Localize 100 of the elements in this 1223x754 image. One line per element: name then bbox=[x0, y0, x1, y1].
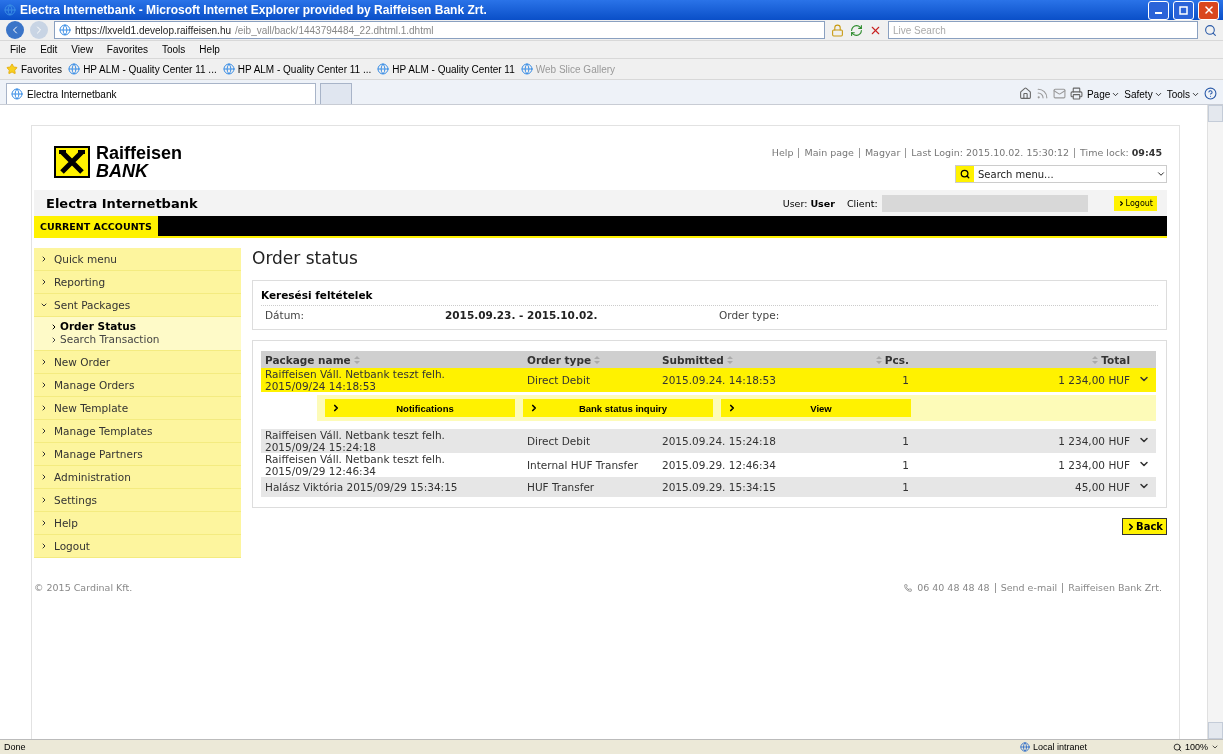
table-cell: Direct Debit bbox=[523, 368, 658, 392]
globe-icon bbox=[1019, 742, 1030, 752]
security-zone: Local intranet bbox=[1019, 742, 1087, 752]
globe-icon bbox=[520, 63, 533, 75]
menu-item[interactable]: Edit bbox=[36, 44, 62, 55]
brand-name: BANK bbox=[96, 162, 150, 180]
favorite-link[interactable]: HP ALM - Quality Center 11 ... bbox=[68, 63, 217, 75]
sidebar-item[interactable]: New Template bbox=[34, 397, 241, 420]
chevron-icon bbox=[40, 301, 48, 309]
column-header[interactable]: Total bbox=[913, 351, 1134, 368]
table-cell: 1 234,00 HUF bbox=[913, 368, 1134, 392]
sidebar-subitem[interactable]: Order Status bbox=[50, 320, 241, 333]
close-button[interactable] bbox=[1198, 0, 1219, 20]
command-menu[interactable]: Safety bbox=[1124, 89, 1163, 100]
refresh-icon[interactable] bbox=[850, 23, 863, 37]
sidebar-item[interactable]: Manage Templates bbox=[34, 420, 241, 443]
sidebar-item[interactable]: Administration bbox=[34, 466, 241, 489]
menu-item[interactable]: View bbox=[67, 44, 97, 55]
globe-icon bbox=[68, 63, 81, 75]
menu-item[interactable]: Help bbox=[195, 44, 224, 55]
client-label: Client: bbox=[846, 197, 878, 209]
table-cell: 2015.09.24. 14:18:53 bbox=[658, 368, 863, 392]
table-cell: Raiffeisen Váll. Netbank teszt felh. 2015/09/29 12:46:34 bbox=[261, 453, 523, 477]
sidebar-item[interactable]: Help bbox=[34, 512, 241, 535]
print-icon[interactable] bbox=[1069, 87, 1083, 100]
table-cell: Raiffeisen Váll. Netbank teszt felh. 2015/09/24 15:24:18 bbox=[261, 429, 523, 453]
sidebar-subitem[interactable]: Search Transaction bbox=[50, 333, 241, 346]
column-header[interactable]: Order type bbox=[523, 351, 658, 368]
chevron-icon bbox=[331, 403, 341, 413]
back-link-button[interactable]: Back bbox=[1122, 518, 1167, 535]
phone-icon bbox=[904, 583, 913, 592]
nav-tab[interactable]: CURRENT ACCOUNTS bbox=[34, 216, 158, 236]
logo-icon bbox=[54, 146, 90, 178]
table-cell: 1 234,00 HUF bbox=[913, 453, 1134, 477]
zoom-level[interactable]: 100% bbox=[1172, 742, 1219, 752]
sort-icon bbox=[1092, 355, 1099, 364]
back-button[interactable] bbox=[6, 21, 24, 39]
menu-item[interactable]: File bbox=[6, 44, 31, 55]
table-cell: 1 bbox=[863, 429, 913, 453]
sidebar-item[interactable]: Reporting bbox=[34, 271, 241, 294]
command-menu[interactable]: Page bbox=[1086, 89, 1121, 100]
column-header[interactable]: Submitted bbox=[658, 351, 863, 368]
globe-icon bbox=[59, 24, 71, 36]
footer-link[interactable]: Send e-mail bbox=[994, 582, 1063, 593]
sidebar-item[interactable]: Quick menu bbox=[34, 248, 241, 271]
user-label: User: User bbox=[782, 197, 835, 209]
criteria-title: Keresési feltételek bbox=[261, 289, 1158, 306]
header-link[interactable]: Main page bbox=[798, 148, 859, 158]
scrollbar[interactable] bbox=[1207, 105, 1223, 739]
page-title: Order status bbox=[252, 248, 359, 268]
logout-button[interactable]: Logout bbox=[1113, 195, 1157, 211]
sidebar-item[interactable]: Sent Packages bbox=[34, 294, 241, 317]
caret-icon bbox=[1211, 743, 1219, 751]
table-cell: 1 bbox=[863, 368, 913, 392]
menu-search-select[interactable]: Search menu... bbox=[955, 165, 1167, 183]
favorites-button[interactable]: Favorites bbox=[6, 63, 63, 75]
menu-item[interactable]: Favorites bbox=[102, 44, 152, 55]
favorite-link[interactable]: HP ALM - Quality Center 11 ... bbox=[222, 63, 372, 75]
sidebar-item[interactable]: Settings bbox=[34, 489, 241, 512]
table-cell: Internal HUF Transfer bbox=[523, 453, 658, 477]
table-cell: 2015.09.24. 15:24:18 bbox=[658, 429, 863, 453]
chevron-icon bbox=[40, 255, 48, 263]
menu-item[interactable]: Tools bbox=[158, 44, 190, 55]
header-info: Last Login: 2015.10.02. 15:30:12 bbox=[905, 148, 1075, 158]
minimize-button[interactable] bbox=[1148, 0, 1169, 20]
criteria-label: Dátum: bbox=[264, 309, 306, 321]
globe-icon bbox=[11, 88, 23, 100]
footer-link[interactable]: Raiffeisen Bank Zrt. bbox=[1062, 582, 1167, 593]
globe-icon bbox=[222, 63, 235, 75]
client-field[interactable] bbox=[881, 194, 1088, 212]
header-info: Time lock: 09:45 bbox=[1074, 148, 1167, 158]
chevron-icon bbox=[40, 427, 48, 435]
chevron-icon bbox=[40, 473, 48, 481]
restore-button[interactable] bbox=[1173, 0, 1194, 20]
action-button[interactable]: Notifications bbox=[325, 399, 515, 417]
sidebar-item[interactable]: Logout bbox=[34, 535, 241, 558]
chevron-icon bbox=[529, 403, 539, 413]
sidebar-item[interactable]: Manage Partners bbox=[34, 443, 241, 466]
header-link[interactable]: Magyar bbox=[858, 148, 906, 158]
sidebar-item[interactable]: New Order bbox=[34, 351, 241, 374]
table-cell: HUF Transfer bbox=[523, 477, 658, 497]
help-icon[interactable] bbox=[1204, 87, 1217, 100]
browser-tab[interactable]: Electra Internetbank bbox=[6, 83, 316, 104]
column-header[interactable]: Package name bbox=[261, 351, 523, 368]
table-cell: 45,00 HUF bbox=[913, 477, 1134, 497]
favorite-link[interactable]: HP ALM - Quality Center 11 bbox=[377, 63, 515, 75]
globe-icon bbox=[377, 63, 390, 75]
header-link[interactable]: Help bbox=[766, 148, 799, 158]
chevron-icon bbox=[40, 496, 48, 504]
address-field[interactable]: https://lxveld1.develop.raiffeisen.hu /eib_vall/back/1443794484_22.dhtml.1.dhtml bbox=[54, 21, 825, 39]
column-header[interactable]: Pcs. bbox=[863, 351, 913, 368]
home-icon[interactable] bbox=[1018, 87, 1032, 100]
caret-icon bbox=[1153, 90, 1163, 99]
sidebar-item[interactable]: Manage Orders bbox=[34, 374, 241, 397]
search-icon[interactable] bbox=[1204, 23, 1217, 37]
action-button[interactable]: Bank status inquiry bbox=[523, 399, 713, 417]
command-menu[interactable]: Tools bbox=[1166, 89, 1200, 100]
chevron-icon bbox=[40, 278, 48, 286]
action-button[interactable]: View bbox=[721, 399, 911, 417]
caret-icon bbox=[1191, 90, 1200, 99]
